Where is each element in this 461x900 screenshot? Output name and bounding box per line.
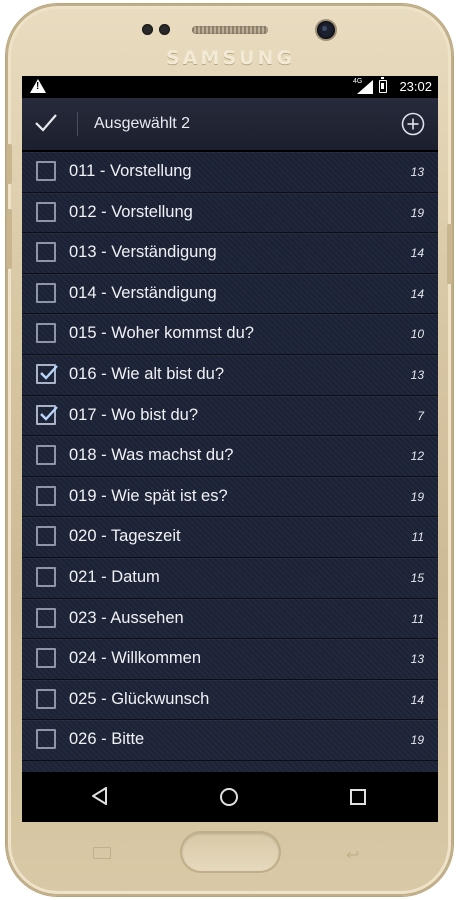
lesson-row[interactable]: 023 - Aussehen 11 (22, 599, 438, 640)
lesson-title: 011 - Vorstellung (69, 162, 192, 180)
status-time: 23:02 (399, 79, 432, 94)
warning-icon (30, 79, 46, 93)
signal-icon (357, 80, 373, 94)
lesson-title: 013 - Verständigung (69, 243, 217, 262)
lesson-count: 11 (411, 530, 424, 545)
lesson-row[interactable]: 015 - Woher kommst du? 10 (22, 314, 438, 355)
proximity-sensors (142, 24, 170, 35)
lesson-row[interactable]: 020 - Tageszeit 11 (22, 517, 438, 558)
lesson-count: 11 (411, 611, 424, 626)
front-camera (317, 21, 335, 39)
lesson-list[interactable]: 011 - Vorstellung 13 012 - Vorstellung 19 01… (22, 152, 438, 772)
lesson-title: 016 - Wie alt bist du? (69, 365, 224, 383)
checkbox[interactable] (36, 323, 56, 344)
lesson-row[interactable]: 014 - Verständigung 14 (22, 274, 438, 315)
lesson-count: 13 (410, 368, 424, 382)
checkbox[interactable] (36, 526, 56, 547)
checkbox[interactable] (36, 607, 56, 628)
checkbox[interactable] (36, 282, 56, 303)
checkbox-checked[interactable] (36, 364, 58, 384)
home-nav-icon[interactable] (220, 788, 238, 806)
lesson-title: 014 - Verständigung (69, 283, 217, 302)
checkbox[interactable] (36, 688, 56, 709)
lesson-count: 13 (410, 165, 424, 179)
lesson-row[interactable]: 024 - Willkommen 13 (22, 639, 438, 680)
volume-down-button (7, 209, 12, 269)
lesson-row[interactable]: 026 - Bitte 19 (22, 720, 438, 761)
lesson-count: 10 (410, 327, 424, 342)
done-check-icon[interactable] (34, 112, 58, 134)
checkbox[interactable] (36, 161, 56, 181)
lesson-count: 13 (410, 652, 424, 667)
recents-nav-icon[interactable] (350, 789, 366, 805)
lesson-row[interactable]: 011 - Vorstellung 13 (22, 152, 438, 193)
checkbox[interactable] (36, 729, 56, 750)
power-button (447, 224, 452, 284)
volume-up-button (7, 144, 12, 184)
lesson-count: 14 (410, 692, 424, 707)
lesson-count: 12 (410, 449, 424, 464)
lesson-title: 012 - Vorstellung (69, 202, 193, 221)
lesson-count: 15 (410, 571, 424, 585)
lesson-row[interactable]: 012 - Vorstellung 19 (22, 193, 438, 234)
lesson-row[interactable]: 013 - Verständigung 14 (22, 233, 438, 274)
lesson-row[interactable]: 016 - Wie alt bist du? 13 (22, 355, 438, 396)
checkbox[interactable] (36, 201, 56, 222)
checkmark-icon (40, 365, 58, 380)
checkbox-checked[interactable] (36, 404, 58, 425)
lesson-title: 018 - Was machst du? (69, 446, 234, 465)
screen: 4G 23:02 Ausgewählt 2 011 - Vorstellung 1… (22, 76, 438, 822)
selection-title: Ausgewählt 2 (94, 115, 191, 132)
brand-logo: SAMSUNG (166, 47, 295, 69)
lesson-title: 015 - Woher kommst du? (69, 324, 254, 343)
lesson-row[interactable]: 018 - Was machst du? 12 (22, 436, 438, 477)
lesson-title: 020 - Tageszeit (69, 527, 181, 546)
lesson-title: 024 - Willkommen (69, 649, 202, 668)
lesson-row[interactable]: 025 - Glückwunsch 14 (22, 680, 438, 721)
status-bar: 4G 23:02 (22, 76, 438, 98)
lesson-count: 19 (410, 489, 424, 504)
battery-icon (379, 77, 387, 93)
checkbox[interactable] (36, 567, 56, 587)
checkmark-icon (40, 405, 58, 421)
action-bar: Ausgewählt 2 (22, 98, 438, 150)
lesson-count: 14 (410, 286, 424, 301)
lesson-count: 19 (410, 733, 424, 748)
back-nav-icon[interactable] (92, 787, 108, 805)
hardware-back-icon[interactable]: ↩ (346, 845, 359, 865)
earpiece-speaker (192, 26, 268, 34)
lesson-row[interactable]: 017 - Wo bist du? 7 (22, 396, 438, 437)
hardware-recents-icon[interactable] (93, 847, 111, 859)
lesson-title: 026 - Bitte (69, 730, 145, 749)
add-circle-icon[interactable] (401, 112, 425, 136)
lesson-title: 019 - Wie spät ist es? (69, 486, 228, 505)
navigation-bar (22, 772, 438, 822)
hardware-home-button[interactable] (182, 833, 279, 871)
lesson-row[interactable]: 021 - Datum 15 (22, 558, 438, 599)
lesson-row[interactable]: 019 - Wie spät ist es? 19 (22, 477, 438, 518)
checkbox[interactable] (36, 648, 56, 669)
checkbox[interactable] (36, 485, 56, 506)
checkbox[interactable] (36, 242, 56, 263)
lesson-title: 025 - Glückwunsch (69, 689, 210, 708)
lesson-count: 19 (410, 205, 424, 220)
lesson-count: 14 (410, 246, 424, 261)
lesson-title: 021 - Datum (69, 568, 160, 586)
checkbox[interactable] (36, 445, 56, 466)
action-divider (77, 112, 78, 136)
lesson-title: 017 - Wo bist du? (69, 405, 199, 424)
lesson-title: 023 - Aussehen (69, 608, 184, 627)
lesson-count: 7 (417, 408, 424, 423)
